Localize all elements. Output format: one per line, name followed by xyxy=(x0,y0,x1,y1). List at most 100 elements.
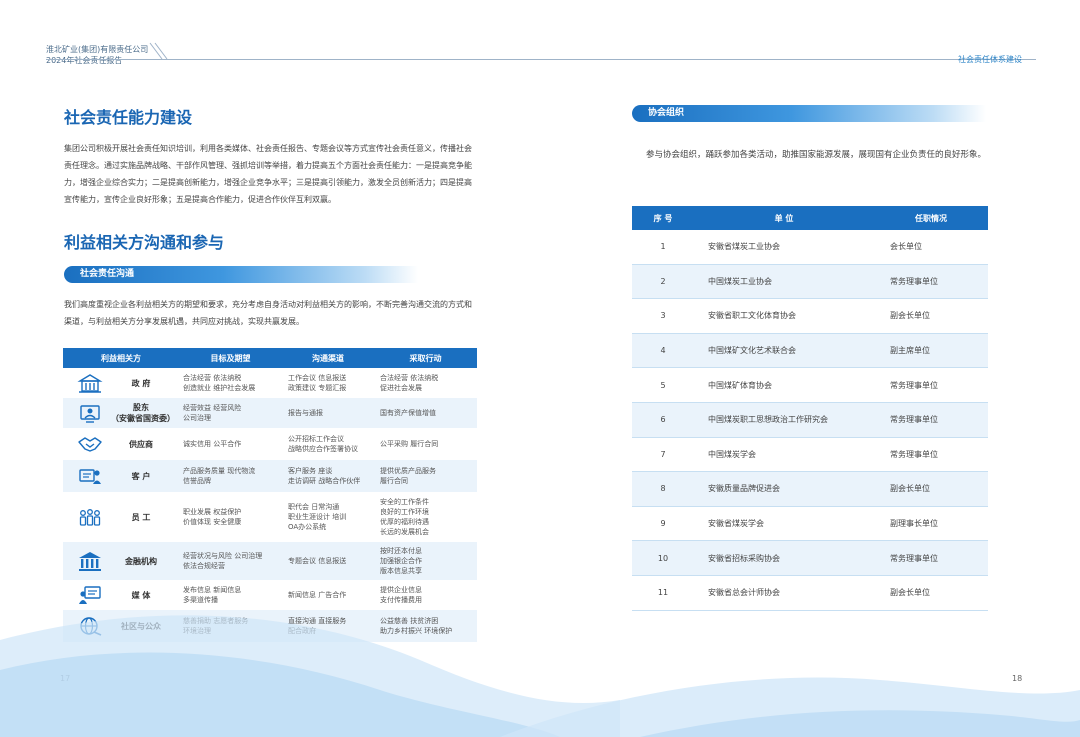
table-row: 7 中国煤炭学会 常务理事单位 xyxy=(632,438,988,473)
stakeholder-cell: 客 户 xyxy=(63,465,179,487)
stakeholder-table: 利益相关方 目标及期望 沟通渠道 采取行动 政 府 合法经营 依法纳税 创造就业 维… xyxy=(63,348,477,642)
no-cell: 2 xyxy=(660,276,666,286)
unit-cell: 中国煤炭学会 xyxy=(708,449,756,459)
stakeholder-paragraph: 我们高度重视企业各利益相关方的期望和要求，充分考虑自身活动对利益相关方的影响，不… xyxy=(64,300,472,326)
stakeholder-name: 媒 体 xyxy=(131,590,151,600)
col-channels: 沟通渠道 xyxy=(312,353,344,363)
header-report-name: 2024年社会责任报告 xyxy=(46,56,123,65)
role-cell: 常务理事单位 xyxy=(890,276,938,286)
actions-cell: 提供优质产品服务 履行合同 xyxy=(380,467,436,485)
actions-cell: 按时还本付息 加强银企合作 版本信息共享 xyxy=(380,547,422,575)
handshake-icon xyxy=(77,433,103,455)
table-row: 9 安徽省煤炭学会 副理事长单位 xyxy=(632,507,988,542)
role-cell: 常务理事单位 xyxy=(890,553,938,563)
table-row: 1 安徽省煤炭工业协会 会长单位 xyxy=(632,230,988,265)
role-cell: 副会长单位 xyxy=(890,484,930,494)
stakeholder-name: 政 府 xyxy=(131,378,151,388)
customer-icon xyxy=(77,465,103,487)
role-cell: 副会长单位 xyxy=(890,588,930,598)
association-table-body: 1 安徽省煤炭工业协会 会长单位 2 中国煤炭工业协会 常务理事单位 3 安徽省职工文化体育协… xyxy=(632,230,988,611)
table-row: 10 安徽省招标采购协会 常务理事单位 xyxy=(632,541,988,576)
goals-cell: 经营状况与风险 公司治理 依法合规经营 xyxy=(183,552,263,570)
stakeholder-cell: 供应商 xyxy=(63,433,179,455)
goals-cell: 产品服务质量 现代物流 信誉品牌 xyxy=(183,467,256,485)
actions-cell: 安全的工作条件 良好的工作环境 优厚的福利待遇 长远的发展机会 xyxy=(380,498,429,536)
no-cell: 11 xyxy=(657,588,669,598)
table-row: 政 府 合法经营 依法纳税 创造就业 维护社会发展 工作会议 信息报送 政策建议 专题汇… xyxy=(63,368,477,398)
actions-cell: 合法经营 依法纳税 促进社会发展 xyxy=(380,374,439,392)
table-row: 4 中国煤矿文化艺术联合会 副主席单位 xyxy=(632,333,988,369)
channels-cell: 报告与通报 xyxy=(288,409,323,417)
channels-cell: 职代会 日常沟通 职业生涯设计 培训 OA办公系统 xyxy=(288,503,347,531)
header-company: 淮北矿业(集团)有限责任公司 2024年社会责任报告 xyxy=(46,44,148,66)
stakeholder-cell: 政 府 xyxy=(63,372,179,394)
table-row: 金融机构 经营状况与风险 公司治理 依法合规经营 专题会议 信息报送 按时还本付息 加强银… xyxy=(63,542,477,580)
table-row: 3 安徽省职工文化体育协会 副会长单位 xyxy=(632,299,988,334)
goals-cell: 合法经营 依法纳税 创造就业 维护社会发展 xyxy=(183,374,256,392)
no-cell: 9 xyxy=(660,519,666,529)
goals-cell: 诚实信用 公平合作 xyxy=(183,440,242,448)
employees-icon xyxy=(77,506,103,528)
role-cell: 常务理事单位 xyxy=(890,415,938,425)
no-cell: 6 xyxy=(660,415,666,425)
unit-cell: 中国煤矿文化艺术联合会 xyxy=(708,346,796,356)
government-icon xyxy=(77,372,103,394)
capacity-title: 社会责任能力建设 xyxy=(64,108,193,127)
unit-cell: 中国煤炭职工思想政治工作研究会 xyxy=(708,415,828,425)
col-unit: 单 位 xyxy=(774,213,794,223)
channels-cell: 客户服务 座谈 走访调研 战略合作伙伴 xyxy=(288,467,361,485)
actions-cell: 国有资产保值增值 xyxy=(380,409,436,417)
stakeholder-name: 供应商 xyxy=(129,439,153,449)
channels-cell: 新闻信息 广告合作 xyxy=(288,591,347,599)
role-cell: 副会长单位 xyxy=(890,311,930,321)
actions-cell: 公平采购 履行合同 xyxy=(380,440,439,448)
role-cell: 副主席单位 xyxy=(890,346,930,356)
header-slash-decoration xyxy=(149,42,168,60)
header-section-title: 社会责任体系建设 xyxy=(958,55,1022,64)
table-row: 8 安徽质量品牌促进会 副会长单位 xyxy=(632,472,988,507)
association-table: 序 号 单 位 任职情况 1 安徽省煤炭工业协会 会长单位 2 中国煤炭工业协会 常务理事… xyxy=(632,206,988,611)
table-row: 员 工 职业发展 权益保护 价值体现 安全健康 职代会 日常沟通 职业生涯设计 培训 OA… xyxy=(63,492,477,542)
stakeholder-title: 利益相关方沟通和参与 xyxy=(64,233,225,252)
table-row: 2 中国煤炭工业协会 常务理事单位 xyxy=(632,264,988,300)
no-cell: 8 xyxy=(660,484,666,494)
role-cell: 副理事长单位 xyxy=(890,519,938,529)
bank-icon xyxy=(77,550,103,572)
header-rule xyxy=(46,59,1036,60)
stakeholder-name: 股东 （安徽省国资委） xyxy=(111,403,175,423)
stakeholder-name: 金融机构 xyxy=(125,556,157,566)
no-cell: 10 xyxy=(657,553,669,563)
capacity-paragraph: 集团公司积极开展社会责任知识培训，利用各类媒体、社会责任报告、专题会议等方式宣传… xyxy=(64,144,472,204)
col-actions: 采取行动 xyxy=(409,353,442,363)
no-cell: 5 xyxy=(660,380,666,390)
stakeholder-name: 客 户 xyxy=(131,471,151,481)
table-row: 5 中国煤矿体育协会 常务理事单位 xyxy=(632,368,988,403)
channels-cell: 公开招标工作会议 战略供应合作签署协议 xyxy=(288,435,358,453)
shareholder-icon xyxy=(77,402,103,424)
stakeholder-cell: 员 工 xyxy=(63,506,179,528)
unit-cell: 安徽省煤炭工业协会 xyxy=(708,242,780,252)
channels-cell: 工作会议 信息报送 政策建议 专题汇报 xyxy=(288,374,347,392)
no-cell: 4 xyxy=(660,346,666,356)
role-cell: 会长单位 xyxy=(890,242,922,252)
table-row: 股东 （安徽省国资委） 经营效益 经营风险 公司治理 报告与通报 国有资产保值增值 xyxy=(63,398,477,428)
stakeholder-name: 员 工 xyxy=(131,512,151,522)
association-title: 协会组织 xyxy=(632,105,986,122)
unit-cell: 安徽省职工文化体育协会 xyxy=(708,311,796,321)
unit-cell: 安徽省总会计师协会 xyxy=(708,588,780,598)
wave-decoration xyxy=(0,615,1080,737)
stakeholder-subtitle: 社会责任沟通 xyxy=(64,266,418,283)
header-company-name: 淮北矿业(集团)有限责任公司 xyxy=(46,45,149,54)
col-goals: 目标及期望 xyxy=(210,353,251,363)
goals-cell: 经营效益 经营风险 公司治理 xyxy=(183,404,242,422)
no-cell: 7 xyxy=(660,449,666,459)
no-cell: 3 xyxy=(660,311,666,321)
role-cell: 常务理事单位 xyxy=(890,380,938,390)
unit-cell: 安徽省招标采购协会 xyxy=(708,553,780,563)
page-header: 淮北矿业(集团)有限责任公司 2024年社会责任报告 社会责任体系建设 xyxy=(0,0,1080,70)
no-cell: 1 xyxy=(660,242,666,252)
unit-cell: 中国煤炭工业协会 xyxy=(708,276,772,286)
stakeholder-cell: 股东 （安徽省国资委） xyxy=(63,402,179,424)
table-row: 6 中国煤炭职工思想政治工作研究会 常务理事单位 xyxy=(632,402,988,438)
table-row: 客 户 产品服务质量 现代物流 信誉品牌 客户服务 座谈 走访调研 战略合作伙伴 提供优质… xyxy=(63,460,477,492)
